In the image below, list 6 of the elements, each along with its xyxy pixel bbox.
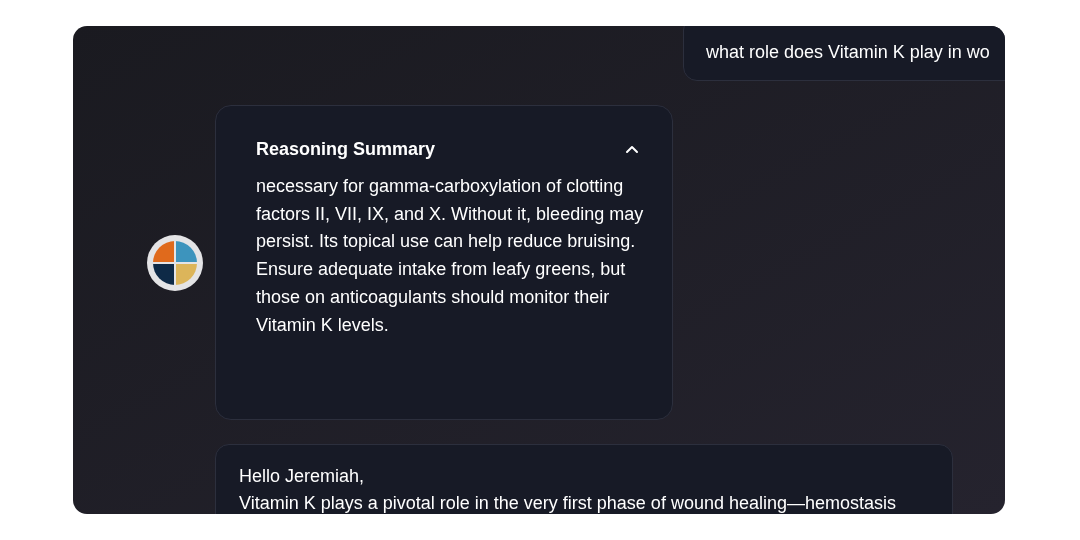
reply-text-line: Hello Jeremiah,	[239, 465, 365, 488]
pie-logo-icon	[146, 233, 204, 292]
user-message: what role does Vitamin K play in wo	[706, 42, 990, 62]
reasoning-title: Reasoning Summary	[256, 138, 436, 161]
reasoning-text: necessary for gamma-carboxylation of clotting factors II, VII, IX, and X. Without it, bleeding may persist. Its topical use can help reduce bruising. Ensure adequate intake from leafy greens, but those on anticoagulants should monitor their Vitamin K levels.	[256, 175, 645, 337]
reply-text-line: Vitamin K plays a pivotal role in the very first phase of wound healing—hemostasis	[239, 492, 896, 514]
